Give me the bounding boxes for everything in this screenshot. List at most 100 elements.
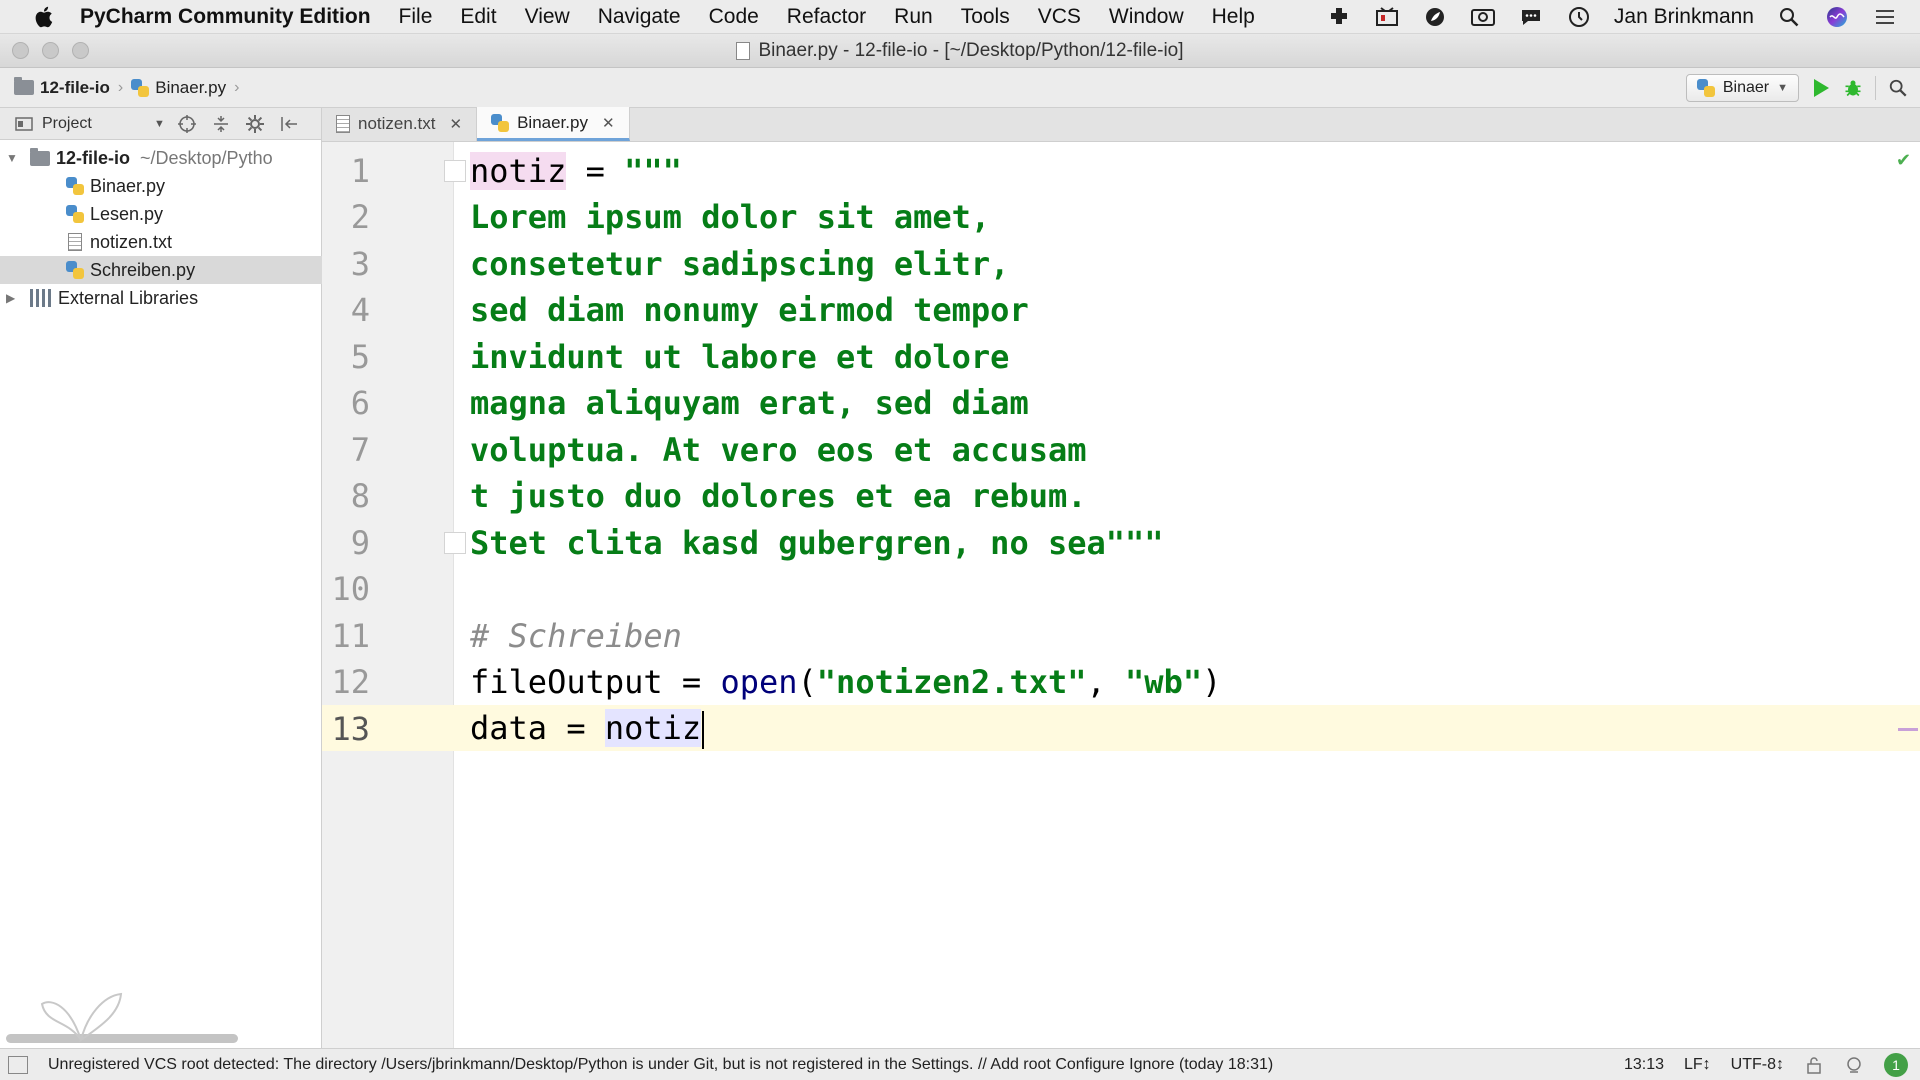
current-line-number: 13 [331,710,370,748]
collapsed-triangle-icon[interactable]: ▶ [6,291,20,305]
tree-file-lesen[interactable]: Lesen.py [0,200,322,228]
menu-code[interactable]: Code [709,5,759,29]
line-number: 4 [350,291,370,329]
tree-file-label: Lesen.py [90,203,164,224]
line-separator[interactable]: LF↕ [1684,1056,1711,1074]
search-icon[interactable] [1888,78,1908,98]
menu-tools[interactable]: Tools [961,5,1010,29]
notification-center-icon[interactable] [1872,4,1898,30]
spotlight-search-icon[interactable] [1776,4,1802,30]
menu-navigate[interactable]: Navigate [598,5,681,29]
close-tab-icon[interactable]: ✕ [602,114,615,132]
app-name-menu[interactable]: PyCharm Community Edition [80,5,371,29]
status-bar: Unregistered VCS root detected: The dire… [0,1048,1920,1080]
cursor-position[interactable]: 13:13 [1624,1056,1664,1074]
code-line-11: # Schreiben [470,617,682,655]
debug-icon[interactable] [1843,78,1863,98]
breadcrumb-project[interactable]: 12-file-io [14,77,110,98]
variable-highlight: notiz [604,709,702,747]
tab-notizen-txt[interactable]: notizen.txt ✕ [322,107,478,141]
close-tab-icon[interactable]: ✕ [450,115,463,133]
user-name[interactable]: Jan Brinkmann [1614,5,1754,29]
text-file-icon [336,115,350,133]
inspection-ok-icon[interactable]: ✔ [1896,150,1911,171]
variable-highlight: notiz [470,152,567,190]
tree-file-binaer[interactable]: Binaer.py [0,172,322,200]
expanded-triangle-icon[interactable]: ▼ [6,151,20,165]
menu-edit[interactable]: Edit [460,5,496,29]
collapse-all-icon[interactable] [211,114,231,134]
chevron-down-icon: ▼ [1777,81,1788,94]
leaf-icon[interactable] [1422,4,1448,30]
apple-icon[interactable] [26,0,60,34]
project-view-selector[interactable]: Project [14,114,154,134]
tree-external-libraries[interactable]: ▶ External Libraries [0,284,322,312]
code-line-9: Stet clita kasd gubergren, no sea""" [470,524,1164,562]
breadcrumb-separator: › [234,78,240,96]
event-log-badge[interactable]: 1 [1884,1052,1908,1077]
gear-icon[interactable] [245,114,265,134]
tool-windows-icon[interactable] [8,1055,28,1074]
fold-marker-icon[interactable] [444,160,466,182]
folder-icon [14,77,34,95]
fold-marker-icon[interactable] [444,532,466,554]
tree-root-folder[interactable]: ▼ 12-file-io ~/Desktop/Pytho [0,144,322,172]
menu-help[interactable]: Help [1212,5,1255,29]
library-icon [30,289,52,307]
menu-run[interactable]: Run [894,5,933,29]
minimize-window-button[interactable] [42,42,59,59]
line-number: 5 [350,338,370,376]
screenflow-icon[interactable] [1374,4,1400,30]
butterfly-watermark-icon [40,992,123,1043]
code-token: ) [1202,663,1222,701]
tab-label: Binaer.py [517,112,588,132]
tab-binaer-py[interactable]: Binaer.py ✕ [477,107,630,141]
code-token: fileOutput = [470,663,721,701]
text-file-icon [68,233,82,251]
inspector-icon[interactable] [1844,1055,1864,1075]
run-configuration-select[interactable]: Binaer ▼ [1685,73,1799,102]
toolbar-divider [1875,75,1876,100]
tree-file-schreiben[interactable]: Schreiben.py [0,256,322,284]
code-token: , [1086,663,1126,701]
python-file-icon [66,261,84,279]
code-line-7: voluptua. At vero eos et accusam [470,431,1087,469]
code-token: data = [470,709,605,747]
file-encoding[interactable]: UTF-8↕ [1731,1056,1784,1074]
scroll-from-source-icon[interactable] [177,114,197,134]
run-icon[interactable] [1811,78,1831,98]
zoom-window-button[interactable] [72,42,89,59]
siri-icon[interactable] [1824,4,1850,30]
menu-refactor[interactable]: Refactor [787,5,866,29]
chat-icon[interactable] [1518,4,1544,30]
vcs-notification-message[interactable]: Unregistered VCS root detected: The dire… [48,1056,1273,1074]
menu-vcs[interactable]: VCS [1038,5,1081,29]
menu-file[interactable]: File [399,5,433,29]
error-stripe-marker[interactable] [1898,728,1918,731]
line-number: 10 [331,570,370,608]
code-token: ( [797,663,817,701]
project-tree: ▼ 12-file-io ~/Desktop/Pytho Binaer.py L… [0,140,322,1048]
lock-icon[interactable] [1804,1055,1824,1075]
root-folder-path: ~/Desktop/Pytho [140,147,273,168]
navigation-bar: 12-file-io › Binaer.py › Binaer ▼ [0,68,1920,108]
tree-file-notizen[interactable]: notizen.txt [0,228,322,256]
menu-window[interactable]: Window [1109,5,1184,29]
camera-icon[interactable] [1470,4,1496,30]
line-number: 3 [350,245,370,283]
string-token: "wb" [1125,663,1203,701]
window-title-bar: Binaer.py - 12-file-io - [~/Desktop/Pyth… [0,34,1920,68]
breadcrumb-file-label: Binaer.py [155,77,227,97]
menu-view[interactable]: View [525,5,570,29]
string-token: """ [624,152,682,190]
time-machine-icon[interactable] [1566,4,1592,30]
close-window-button[interactable] [12,42,29,59]
python-file-icon [491,113,510,132]
breadcrumb-file[interactable]: Binaer.py [131,78,226,98]
python-file-icon [1696,78,1715,97]
line-number: 6 [350,384,370,422]
folder-icon [30,147,50,166]
puzzle-icon[interactable] [1326,4,1352,30]
hide-panel-icon[interactable] [279,114,299,134]
chevron-down-icon[interactable]: ▼ [154,118,165,130]
